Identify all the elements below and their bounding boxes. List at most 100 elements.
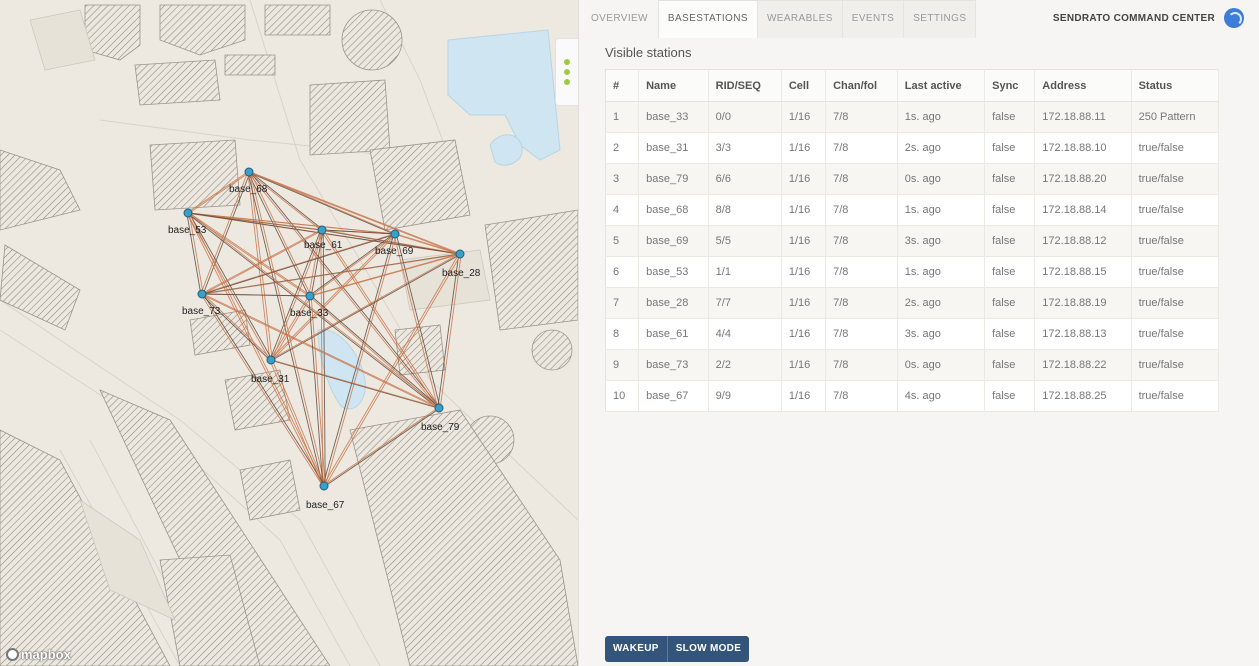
map-canvas[interactable]: base_68 base_53 base_61 base_69 base_28 base_… (0, 0, 578, 666)
table-cell: 2s. ago (897, 132, 986, 164)
table-cell: 4s. ago (897, 380, 986, 412)
table-cell: true/false (1131, 318, 1220, 350)
mapbox-logo[interactable]: mapbox (6, 647, 71, 662)
table-cell: true/false (1131, 287, 1220, 319)
table-cell: 3s. ago (897, 225, 986, 257)
app-title: SENDRATO COMMAND CENTER (1052, 12, 1215, 24)
table-row[interactable]: 10 base_67 9/9 1/16 7/8 4s. ago false 172.18.88… (605, 380, 1220, 412)
column-header[interactable]: Name (638, 69, 709, 102)
table-cell: 172.18.88.22 (1034, 349, 1132, 381)
table-cell: 7/8 (825, 225, 898, 257)
table-cell: 4/4 (708, 318, 782, 350)
table-cell: base_33 (638, 101, 709, 133)
tab-wearables[interactable]: WEARABLES (756, 0, 843, 38)
station-label: base_53 (168, 225, 207, 236)
column-header[interactable]: Address (1034, 69, 1132, 102)
table-cell: 3 (605, 163, 640, 195)
station-marker-icon[interactable] (390, 229, 400, 239)
wakeup-button[interactable]: WAKEUP (605, 636, 668, 662)
station-label: base_69 (375, 246, 414, 257)
table-cell: false (984, 163, 1036, 195)
table-row[interactable]: 1 base_33 0/0 1/16 7/8 1s. ago false 172.18.88.… (605, 101, 1220, 133)
column-header[interactable]: # (605, 69, 640, 102)
table-row[interactable]: 6 base_53 1/1 1/16 7/8 1s. ago false 172.18.88.… (605, 256, 1220, 288)
table-cell: 1 (605, 101, 640, 133)
table-cell: 1/16 (781, 163, 827, 195)
table-cell: 3/3 (708, 132, 782, 164)
table-header-row: # Name RID/SEQ Cell Chan/fol Last active Sync A… (605, 69, 1220, 102)
table-row[interactable]: 8 base_61 4/4 1/16 7/8 3s. ago false 172.18.88.… (605, 318, 1220, 350)
tab-bar: OVERVIEW BASESTATIONS WEARABLES EVENTS S… (579, 0, 1259, 38)
station-marker-icon[interactable] (434, 403, 444, 413)
table-cell: 1/16 (781, 101, 827, 133)
table-cell: base_69 (638, 225, 709, 257)
column-header[interactable]: Cell (781, 69, 827, 102)
table-cell: 172.18.88.20 (1034, 163, 1132, 195)
table-cell: 1s. ago (897, 194, 986, 226)
table-cell: 7/8 (825, 132, 898, 164)
station-marker-icon[interactable] (183, 208, 193, 218)
column-header[interactable]: Chan/fol (825, 69, 898, 102)
tab-overview[interactable]: OVERVIEW (581, 0, 658, 38)
station-marker-icon[interactable] (317, 225, 327, 235)
tab-settings[interactable]: SETTINGS (903, 0, 977, 38)
station-marker-icon[interactable] (197, 289, 207, 299)
map-view[interactable]: base_68 base_53 base_61 base_69 base_28 base_… (0, 0, 578, 666)
station-marker-icon[interactable] (244, 167, 254, 177)
column-header[interactable]: RID/SEQ (708, 69, 782, 102)
table-row[interactable]: 5 base_69 5/5 1/16 7/8 3s. ago false 172.18.88.… (605, 225, 1220, 257)
table-cell: base_31 (638, 132, 709, 164)
table-body: 1 base_33 0/0 1/16 7/8 1s. ago false 172.18.88.… (605, 101, 1220, 412)
table-cell: true/false (1131, 380, 1220, 412)
table-cell: 10 (605, 380, 640, 412)
table-cell: 5 (605, 225, 640, 257)
table-cell: false (984, 132, 1036, 164)
table-row[interactable]: 3 base_79 6/6 1/16 7/8 0s. ago false 172.18.88.… (605, 163, 1220, 195)
station-label: base_33 (290, 308, 329, 319)
lake-inlet (489, 134, 523, 166)
column-header[interactable]: Status (1131, 69, 1220, 102)
table-cell: false (984, 318, 1036, 350)
tab-basestations[interactable]: BASESTATIONS (657, 0, 758, 38)
table-cell: base_28 (638, 287, 709, 319)
table-cell: 1/16 (781, 256, 827, 288)
table-row[interactable]: 2 base_31 3/3 1/16 7/8 2s. ago false 172.18.88.… (605, 132, 1220, 164)
table-cell: 172.18.88.15 (1034, 256, 1132, 288)
station-label: base_68 (229, 184, 268, 195)
table-cell: 172.18.88.19 (1034, 287, 1132, 319)
table-row[interactable]: 7 base_28 7/7 1/16 7/8 2s. ago false 172.18.88.… (605, 287, 1220, 319)
tab-events[interactable]: EVENTS (841, 0, 905, 38)
table-row[interactable]: 4 base_68 8/8 1/16 7/8 1s. ago false 172.18.88.… (605, 194, 1220, 226)
table-cell: true/false (1131, 256, 1220, 288)
table-cell: 9 (605, 349, 640, 381)
table-cell: false (984, 287, 1036, 319)
sendrato-logo-icon[interactable] (1224, 8, 1244, 28)
status-dot-icon (564, 69, 570, 75)
table-cell: true/false (1131, 349, 1220, 381)
table-cell: base_68 (638, 194, 709, 226)
table-cell: 172.18.88.13 (1034, 318, 1132, 350)
table-cell: base_79 (638, 163, 709, 195)
table-cell: 2/2 (708, 349, 782, 381)
table-row[interactable]: 9 base_73 2/2 1/16 7/8 0s. ago false 172.18.88.… (605, 349, 1220, 381)
column-header[interactable]: Sync (984, 69, 1036, 102)
section-title: Visible stations (605, 45, 692, 60)
table-cell: false (984, 225, 1036, 257)
table-cell: 6/6 (708, 163, 782, 195)
table-cell: 2 (605, 132, 640, 164)
table-cell: 8 (605, 318, 640, 350)
column-header[interactable]: Last active (897, 69, 986, 102)
table-cell: 7/8 (825, 256, 898, 288)
slow-mode-button[interactable]: SLOW MODE (667, 636, 750, 662)
station-marker-icon[interactable] (455, 249, 465, 259)
panel-drawer-handle[interactable] (555, 38, 578, 106)
table-cell: 9/9 (708, 380, 782, 412)
table-cell: 1s. ago (897, 101, 986, 133)
station-marker-icon[interactable] (319, 481, 329, 491)
table-cell: 7/8 (825, 101, 898, 133)
table-cell: false (984, 380, 1036, 412)
station-marker-icon[interactable] (266, 355, 276, 365)
table-cell: 5/5 (708, 225, 782, 257)
station-marker-icon[interactable] (305, 291, 315, 301)
table-cell: base_61 (638, 318, 709, 350)
